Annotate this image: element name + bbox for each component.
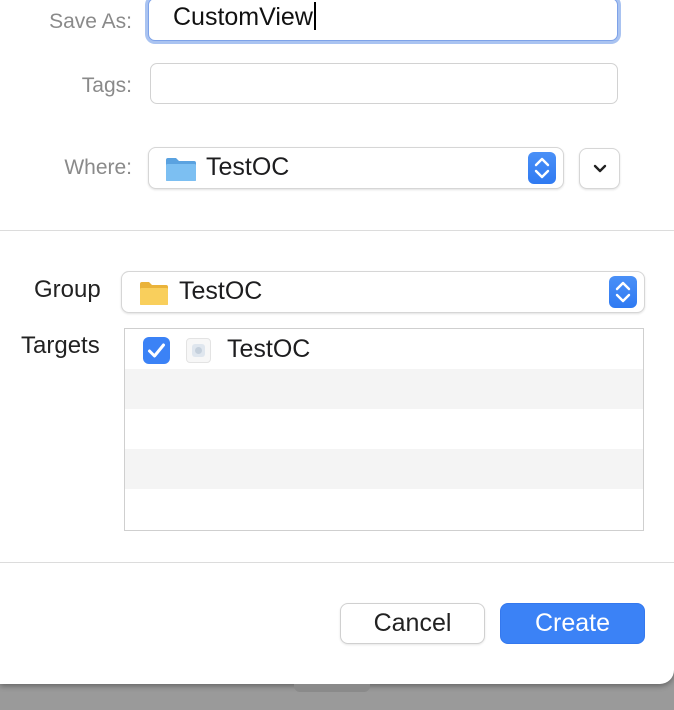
where-label: Where: — [64, 156, 132, 179]
save-as-field[interactable]: CustomView — [148, 0, 618, 41]
chevron-down-icon — [591, 161, 609, 182]
folder-blue-icon — [165, 156, 197, 187]
where-value: TestOC — [206, 153, 290, 181]
group-value: TestOC — [179, 277, 263, 305]
window-edge — [294, 684, 370, 692]
empty-row — [125, 409, 643, 449]
empty-row — [125, 369, 643, 409]
group-label: Group — [34, 276, 101, 303]
expand-button[interactable] — [579, 148, 620, 189]
app-target-icon — [186, 338, 211, 363]
target-row[interactable]: TestOC — [125, 329, 643, 369]
save-as-value: CustomView — [173, 3, 313, 31]
where-stepper-icon — [528, 152, 556, 184]
target-name: TestOC — [227, 335, 311, 363]
checkmark-icon — [148, 343, 165, 358]
empty-row — [125, 489, 643, 529]
group-popup[interactable]: TestOC — [121, 271, 645, 313]
tags-label: Tags: — [81, 74, 132, 97]
create-button[interactable]: Create — [500, 603, 645, 644]
folder-yellow-icon — [139, 280, 169, 311]
save-as-label: Save As: — [49, 10, 132, 33]
target-checkbox[interactable] — [143, 337, 170, 364]
targets-list: TestOC — [124, 328, 644, 531]
section-divider — [0, 230, 674, 231]
empty-row — [125, 449, 643, 489]
save-sheet: Save As: CustomView Tags: Where: TestOC — [0, 0, 674, 684]
footer-divider — [0, 562, 674, 563]
targets-label: Targets — [21, 332, 100, 359]
cancel-button[interactable]: Cancel — [340, 603, 485, 644]
tags-field[interactable] — [150, 63, 618, 104]
where-popup[interactable]: TestOC — [148, 147, 564, 189]
text-caret — [313, 2, 316, 30]
group-stepper-icon — [609, 276, 637, 308]
